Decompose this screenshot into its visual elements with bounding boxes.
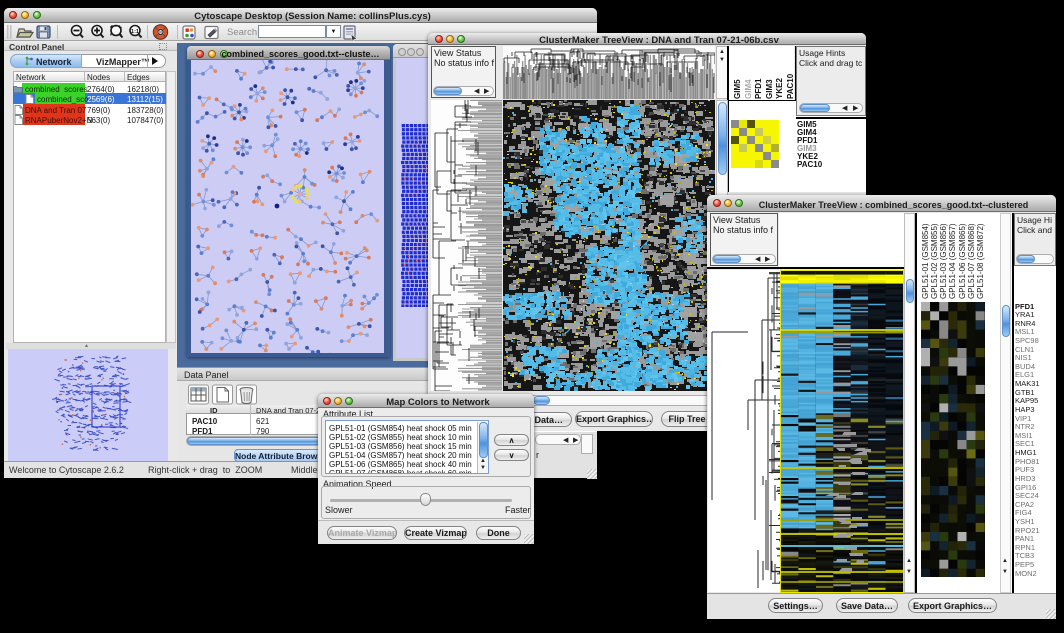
svg-text:1:1: 1:1 (131, 29, 139, 35)
